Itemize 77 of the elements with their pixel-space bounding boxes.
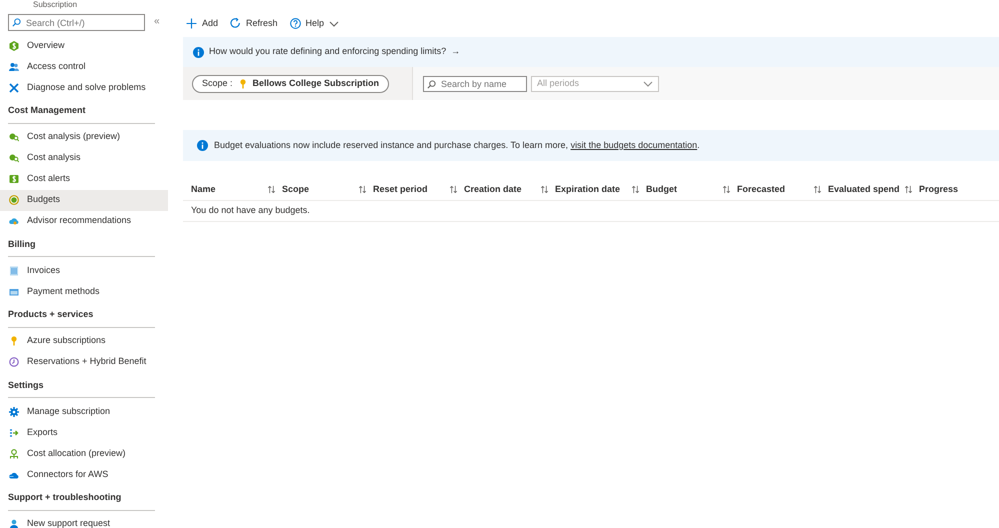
cloud-icon <box>9 216 19 226</box>
column-header[interactable]: Evaluated spend <box>828 182 900 196</box>
column-header[interactable]: Budget <box>646 182 677 196</box>
section-heading: Billing <box>8 234 155 257</box>
refresh-button[interactable]: Refresh <box>230 16 278 30</box>
refresh-icon <box>230 18 242 29</box>
sidebar-item[interactable]: Azure subscriptions <box>0 330 168 352</box>
sort-icon <box>358 185 367 194</box>
sidebar-item[interactable]: Cost alerts <box>0 168 168 190</box>
column-header[interactable]: Reset period <box>373 182 428 196</box>
sort-icon <box>813 185 822 194</box>
section-heading: Products + services <box>8 305 155 328</box>
sidebar-item[interactable]: Manage subscription <box>0 401 168 422</box>
column-header[interactable]: Progress <box>919 182 958 196</box>
sidebar-item[interactable]: Budgets <box>0 190 168 210</box>
search-icon <box>12 18 21 27</box>
sort-icon <box>631 185 640 194</box>
sidebar-item[interactable]: Cost analysis <box>0 148 168 168</box>
dollar-card-icon <box>9 174 19 184</box>
section-heading: Support + troubleshooting <box>8 488 155 510</box>
settings-icon <box>9 406 19 416</box>
info-icon <box>193 46 204 58</box>
search-field[interactable]: Search (Ctrl+/) <box>8 14 145 31</box>
sidebar-item[interactable]: Cost allocation (preview) <box>0 443 168 464</box>
section-heading: Settings <box>8 376 155 398</box>
hierarchy-icon <box>9 448 19 458</box>
collapse-button[interactable]: « <box>154 14 160 31</box>
help-icon <box>290 18 301 29</box>
subscription-label: Subscription <box>32 0 78 10</box>
caret-icon <box>643 78 653 88</box>
sort-icon <box>267 185 276 194</box>
sidebar-item[interactable]: Advisor recommendations <box>0 210 168 232</box>
search-field[interactable]: Search by name <box>423 76 527 92</box>
scope-pill[interactable]: Scope : Bellows College Subscription <box>192 74 390 92</box>
caret-icon <box>329 18 340 28</box>
sidebar-item[interactable]: Invoices <box>0 260 168 281</box>
sidebar-item[interactable]: Payment methods <box>0 281 168 302</box>
sort-icon <box>540 185 549 194</box>
column-header[interactable]: Forecasted <box>737 182 786 196</box>
sidebar-item[interactable]: Exports <box>0 422 168 443</box>
person-icon <box>9 519 19 528</box>
dollar-hexagon-icon <box>9 40 19 50</box>
add-button[interactable]: Add <box>186 16 218 30</box>
credit-card-icon <box>9 286 19 296</box>
sidebar-item[interactable]: Overview <box>0 35 168 56</box>
sidebar-item[interactable]: New support request <box>0 514 168 528</box>
arrow-link[interactable]: → <box>451 45 460 59</box>
invoice-icon <box>9 266 19 276</box>
dollar-circle-icon <box>9 195 19 205</box>
column-header[interactable]: Creation date <box>464 182 522 196</box>
export-icon <box>9 428 19 438</box>
info-icon <box>197 140 208 151</box>
help-dropdown[interactable]: Help <box>290 16 340 30</box>
coin-magnifier-icon <box>9 132 19 142</box>
documentation-link[interactable]: visit the budgets documentation <box>570 140 698 150</box>
sidebar-item[interactable]: Cost analysis (preview) <box>0 126 168 148</box>
key-icon <box>238 78 248 88</box>
info-message: Budget evaluations now include reserved instance and purchase charges. To learn more, visit the budgets documentation. <box>214 138 700 152</box>
sort-icon <box>904 185 913 194</box>
sidebar-item[interactable]: Diagnose and solve problems <box>0 77 168 98</box>
plus-icon <box>186 18 197 29</box>
key-icon <box>9 336 19 346</box>
coin-magnifier-icon <box>9 153 19 163</box>
column-header[interactable]: Expiration date <box>555 182 620 196</box>
people-icon <box>9 62 19 72</box>
search-icon <box>427 80 436 88</box>
sidebar-item[interactable]: Connectors for AWS <box>0 464 168 485</box>
sort-icon <box>449 185 458 194</box>
sidebar-item[interactable]: Access control <box>0 56 168 77</box>
sidebar-item[interactable]: Reservations + Hybrid Benefit <box>0 352 168 372</box>
column-header[interactable]: Scope <box>282 182 310 196</box>
feedback-question: How would you rate defining and enforcing spending limits? <box>209 45 446 58</box>
column-header[interactable]: Name <box>191 182 216 196</box>
section-heading: Cost Management <box>8 101 155 124</box>
sort-icon <box>722 185 731 194</box>
clock-icon <box>9 357 19 367</box>
empty-message: You do not have any budgets. <box>191 204 310 218</box>
